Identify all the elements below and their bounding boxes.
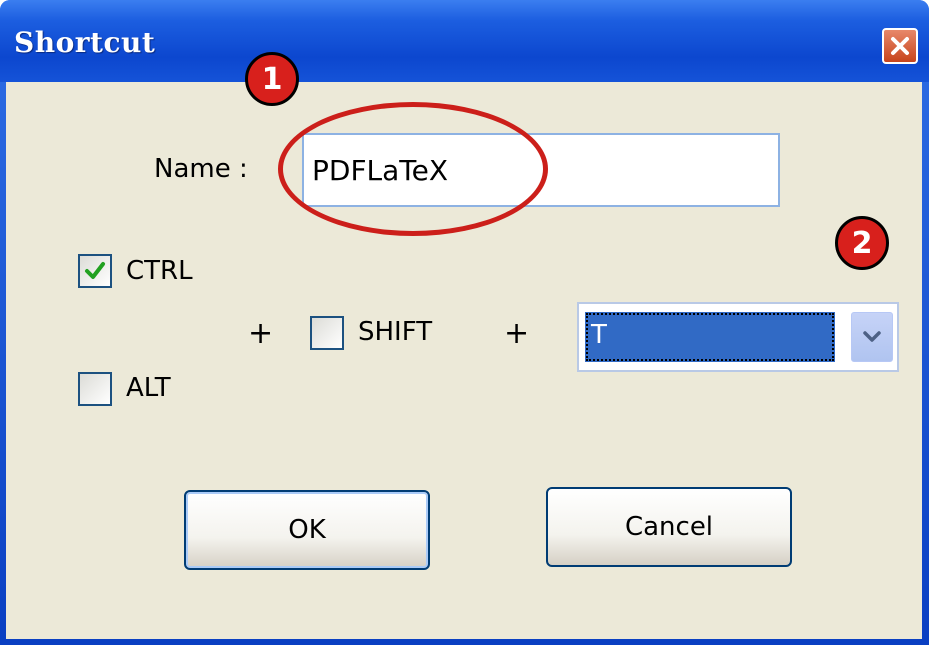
shift-checkbox[interactable]	[310, 316, 344, 350]
annotation-ellipse	[278, 102, 548, 236]
alt-checkbox[interactable]	[78, 372, 112, 406]
title-bar[interactable]: Shortcut	[0, 0, 929, 82]
ok-button[interactable]: OK	[184, 490, 430, 570]
close-button[interactable]	[882, 28, 918, 64]
name-label: Name :	[154, 154, 248, 184]
checkmark-icon	[85, 262, 105, 279]
close-icon	[891, 37, 909, 55]
chevron-down-icon	[863, 331, 881, 342]
alt-label[interactable]: ALT	[126, 373, 171, 403]
ctrl-label[interactable]: CTRL	[126, 256, 193, 286]
dropdown-button[interactable]	[851, 312, 893, 362]
dialog-body: Name : 1 2 CTRL ALT + SHIFT + T	[6, 52, 922, 639]
key-select[interactable]: T	[577, 302, 899, 372]
plus-sign: +	[248, 316, 274, 351]
shortcut-dialog: Shortcut Name : 1 2 CTRL ALT + SHIFT +	[0, 0, 929, 645]
annotation-badge-2: 2	[835, 216, 889, 270]
key-select-value[interactable]: T	[585, 312, 835, 362]
annotation-badge-1: 1	[245, 52, 299, 106]
plus-sign: +	[504, 316, 530, 351]
shift-label[interactable]: SHIFT	[358, 317, 432, 347]
dialog-title: Shortcut	[14, 26, 156, 59]
ctrl-checkbox[interactable]	[78, 254, 112, 288]
cancel-button[interactable]: Cancel	[546, 487, 792, 567]
